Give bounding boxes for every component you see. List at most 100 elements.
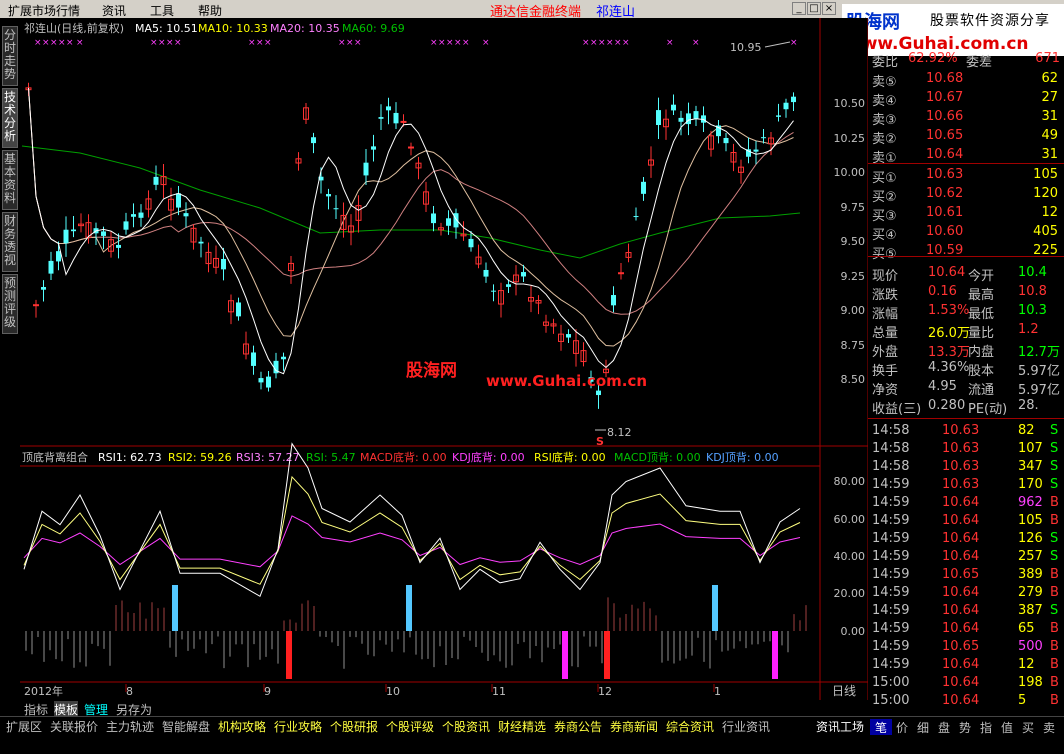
- sell-level-row[interactable]: 卖① 10.64 31: [868, 146, 1064, 166]
- sell-level-volume: 62: [1041, 71, 1058, 86]
- buy-level-label: 买①: [872, 171, 897, 186]
- rsi-bottom-label: RSI底背: 0.00: [534, 450, 606, 464]
- tick-time: 14:59: [872, 513, 910, 528]
- x-marker: ×: [174, 38, 182, 48]
- bottom-tab[interactable]: 券商公告: [554, 719, 602, 735]
- tick-direction: B: [1050, 585, 1059, 600]
- sell-level-row[interactable]: 卖④ 10.67 27: [868, 89, 1064, 109]
- bottom-tab[interactable]: 智能解盘: [162, 719, 210, 735]
- price-tick: 10.50: [834, 97, 866, 110]
- tab-technical[interactable]: 技术分析: [2, 88, 18, 148]
- tick-price: 10.64: [942, 585, 980, 600]
- bottom-tab[interactable]: 机构攻略: [218, 719, 266, 735]
- high-annotation: 10.95: [730, 41, 762, 54]
- quote-value: 10.4: [1018, 265, 1047, 280]
- tab-rating[interactable]: 预测评级: [2, 274, 18, 334]
- tick-volume: 126: [1018, 531, 1043, 546]
- sell-level-row[interactable]: 卖⑤ 10.68 62: [868, 70, 1064, 90]
- menu-item-news[interactable]: 资讯: [102, 2, 126, 19]
- sell-level-volume: 31: [1041, 147, 1058, 162]
- detail-tab[interactable]: 买: [1017, 719, 1039, 735]
- bottom-tab[interactable]: 券商新闻: [610, 719, 658, 735]
- info-workshop-button[interactable]: 资讯工场: [816, 719, 864, 735]
- tick-row: 15:00 10.64 198 B: [868, 674, 1064, 692]
- x-marker: ×: [598, 38, 606, 48]
- buy-level-row[interactable]: 买② 10.62 120: [868, 185, 1064, 205]
- detail-tab[interactable]: 势: [954, 719, 976, 735]
- detail-tab[interactable]: 笔: [870, 719, 892, 735]
- bottom-tab[interactable]: 行业资讯: [722, 719, 770, 735]
- tab-intraday[interactable]: 分时走势: [2, 26, 18, 86]
- tick-direction: B: [1050, 567, 1059, 582]
- signal-bar: [286, 631, 292, 679]
- bottom-tab[interactable]: 关联报价: [50, 719, 98, 735]
- candle-body: [131, 214, 136, 217]
- kline-chart[interactable]: 祁连山(日线,前复权) MA5: 10.51 MA10: 10.33 MA20:…: [20, 18, 868, 700]
- bottom-tab[interactable]: 个股评级: [386, 719, 434, 735]
- quote-label: 涨幅: [872, 307, 899, 322]
- buy-level-price: 10.60: [926, 224, 964, 239]
- x-marker: ×: [666, 38, 674, 48]
- detail-tab[interactable]: 指: [975, 719, 997, 735]
- menu-item-help[interactable]: 帮助: [198, 2, 222, 19]
- bottom-tab[interactable]: 个股资讯: [442, 719, 490, 735]
- tick-time: 14:59: [872, 549, 910, 564]
- candle-body: [633, 216, 639, 218]
- candle-body: [153, 176, 159, 185]
- detail-tab[interactable]: 价: [891, 719, 913, 735]
- menu-item-tools[interactable]: 工具: [150, 2, 174, 19]
- candle-body: [641, 181, 646, 194]
- date-tick: 8: [126, 685, 133, 698]
- bottom-tab[interactable]: 扩展区: [6, 719, 42, 735]
- minimize-button[interactable]: _: [792, 2, 806, 15]
- detail-tab[interactable]: 值: [996, 719, 1018, 735]
- bottom-tab[interactable]: 个股研报: [330, 719, 378, 735]
- tick-time: 14:59: [872, 585, 910, 600]
- quote-value: 26.0万: [928, 326, 970, 341]
- sell-level-row[interactable]: 卖③ 10.66 31: [868, 108, 1064, 128]
- tick-price: 10.64: [942, 693, 980, 708]
- tab-financials[interactable]: 财务透视: [2, 212, 18, 272]
- bottom-tab[interactable]: 行业攻略: [274, 719, 322, 735]
- period-selector[interactable]: 日线: [832, 684, 856, 698]
- buy-level-row[interactable]: 买④ 10.60 405: [868, 223, 1064, 243]
- buy-level-row[interactable]: 买① 10.63 105: [868, 166, 1064, 186]
- quote-label: PE(动): [968, 402, 1008, 417]
- bottom-tab[interactable]: 主力轨迹: [106, 719, 154, 735]
- bottom-tab[interactable]: 财经精选: [498, 719, 546, 735]
- bottom-tab[interactable]: 综合资讯: [666, 719, 714, 735]
- candle-body: [431, 213, 436, 224]
- date-tick: 11: [492, 685, 506, 698]
- menu-item-market[interactable]: 扩展市场行情: [8, 2, 80, 19]
- maximize-button[interactable]: □: [807, 2, 821, 15]
- quote-label: 今开: [968, 269, 995, 284]
- tick-time: 15:00: [872, 675, 910, 690]
- x-marker: ×: [76, 38, 84, 48]
- buy-level-row[interactable]: 买⑤ 10.59 225: [868, 242, 1064, 262]
- quote-label: 净资: [872, 383, 899, 398]
- candle-body: [686, 113, 691, 125]
- tab-fundamentals[interactable]: 基本资料: [2, 150, 18, 210]
- candle-body: [101, 231, 106, 236]
- rsi2-label: RSI2: 59.26: [168, 451, 232, 464]
- buy-level-row[interactable]: 买③ 10.61 12: [868, 204, 1064, 224]
- x-marker: ×: [692, 38, 700, 48]
- quote-label: 涨跌: [872, 288, 899, 303]
- tick-price: 10.65: [942, 567, 980, 582]
- sell-level-row[interactable]: 卖② 10.65 49: [868, 127, 1064, 147]
- candle-body: [251, 352, 256, 366]
- quote-label: 量比: [968, 326, 995, 341]
- tick-volume: 82: [1018, 423, 1035, 438]
- detail-tab[interactable]: 卖: [1038, 719, 1060, 735]
- tick-row: 14:59 10.65 389 B: [868, 566, 1064, 584]
- detail-tab[interactable]: 盘: [933, 719, 955, 735]
- x-marker: ×: [438, 38, 446, 48]
- close-button[interactable]: ×: [822, 2, 836, 15]
- x-marker: ×: [446, 38, 454, 48]
- price-tick: 9.50: [841, 235, 866, 248]
- candle-body: [33, 304, 39, 307]
- candle-body: [311, 137, 316, 144]
- detail-tab[interactable]: 细: [912, 719, 934, 735]
- quote-row: 现价 10.64 今开 10.4: [868, 264, 1064, 284]
- sell-level-label: 卖②: [872, 132, 897, 147]
